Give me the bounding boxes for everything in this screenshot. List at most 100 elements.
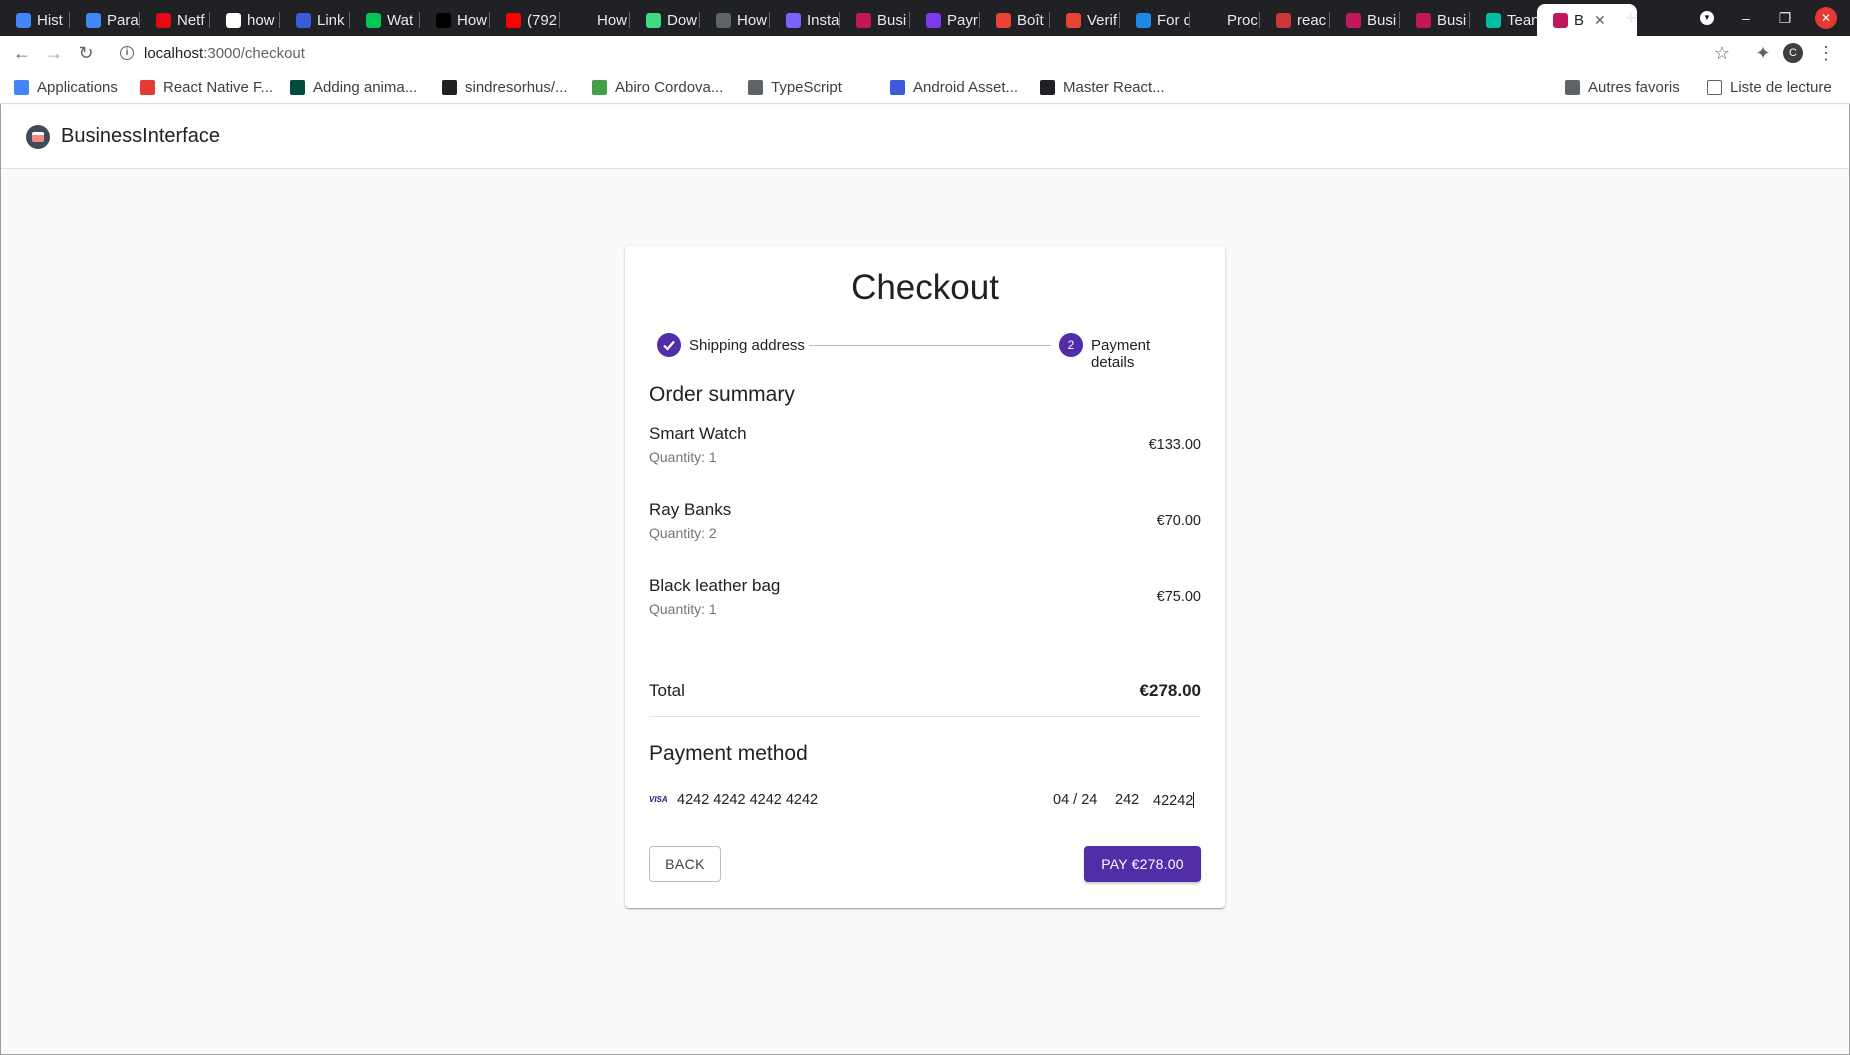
- checkout-card: Checkout Shipping address 2 Payment deta…: [625, 246, 1225, 908]
- browser-tab[interactable]: Wat: [350, 4, 420, 36]
- bookmark-label: Android Asset...: [913, 78, 1019, 96]
- bookmark-favicon-icon: [890, 79, 905, 95]
- order-item: Smart Watch Quantity: 1 €133.00: [649, 424, 1201, 474]
- tab-label: how: [247, 11, 275, 29]
- browser-tab[interactable]: (792: [490, 4, 560, 36]
- youtube-icon: [506, 12, 521, 28]
- tab-label: reac: [1297, 11, 1327, 29]
- browser-tab[interactable]: Busi: [840, 4, 910, 36]
- browser-tab[interactable]: Boît: [980, 4, 1050, 36]
- card-cvc-input[interactable]: 242: [1115, 792, 1139, 808]
- reading-list[interactable]: Liste de lecture: [1707, 77, 1832, 97]
- bookmark-label: Applications: [37, 78, 118, 96]
- extensions-icon[interactable]: ✦: [1751, 41, 1775, 65]
- link-icon: [296, 12, 311, 28]
- card-input-field[interactable]: VISA 4242 4242 4242 4242 04 / 24 242 422…: [649, 789, 1201, 811]
- pay-button[interactable]: PAY €278.00: [1084, 846, 1201, 882]
- tab-label: Hist: [37, 11, 63, 29]
- item-name: Ray Banks: [649, 500, 732, 519]
- folder-icon: [1565, 79, 1580, 95]
- browser-tab[interactable]: Busi: [1330, 4, 1400, 36]
- visa-card-icon: VISA: [649, 795, 668, 804]
- item-name: Smart Watch: [649, 424, 747, 443]
- tab-label: How: [597, 11, 628, 29]
- browser-tab[interactable]: reac: [1260, 4, 1330, 36]
- app-header: BusinessInterface: [1, 105, 1849, 169]
- bookmark-item[interactable]: TypeScript: [748, 77, 842, 97]
- item-price: €70.00: [1156, 513, 1201, 529]
- back-arrow-icon[interactable]: ←: [10, 41, 34, 65]
- tab-label: Link: [317, 11, 345, 29]
- close-tab-icon[interactable]: ✕: [1594, 12, 1606, 29]
- arrow-icon: [1136, 12, 1151, 28]
- bookmark-item[interactable]: Android Asset...: [890, 77, 1018, 97]
- tab-label: Para: [107, 11, 139, 29]
- browser-tab[interactable]: For d: [1120, 4, 1190, 36]
- browser-tab[interactable]: Dow: [630, 4, 700, 36]
- tab-label: For d: [1157, 11, 1190, 29]
- total-label: Total: [649, 681, 685, 700]
- browser-tab[interactable]: Busi: [1400, 4, 1470, 36]
- checkout-stepper: Shipping address 2 Payment details: [657, 333, 1193, 371]
- bookmark-item[interactable]: Abiro Cordova...: [592, 77, 723, 97]
- reload-icon[interactable]: ↻: [74, 41, 98, 65]
- app-logo-icon[interactable]: [26, 125, 50, 149]
- address-bar[interactable]: i localhost:3000/checkout: [110, 38, 1733, 68]
- item-name: Black leather bag: [649, 576, 781, 595]
- browser-tab[interactable]: Verif: [1050, 4, 1120, 36]
- bookmark-item[interactable]: Master React...: [1040, 77, 1165, 97]
- bookmark-item[interactable]: sindresorhus/...: [442, 77, 568, 97]
- browser-tab[interactable]: Insta: [770, 4, 840, 36]
- browser-tab[interactable]: Proc: [1190, 4, 1260, 36]
- card-zip-input[interactable]: 42242: [1153, 792, 1195, 809]
- browser-tab[interactable]: Link: [280, 4, 350, 36]
- card-number-input[interactable]: 4242 4242 4242 4242: [677, 792, 818, 808]
- step-number-badge: 2: [1059, 333, 1083, 357]
- browser-tab[interactable]: how: [210, 4, 280, 36]
- browser-tab[interactable]: How: [560, 4, 630, 36]
- bookmark-item[interactable]: React Native F...: [140, 77, 273, 97]
- order-summary-title: Order summary: [649, 383, 795, 406]
- globe-icon: [716, 12, 731, 28]
- browser-tab[interactable]: Payr: [910, 4, 980, 36]
- close-window-icon[interactable]: ✕: [1815, 7, 1837, 29]
- back-button[interactable]: BACK: [649, 846, 721, 882]
- forward-arrow-icon[interactable]: →: [42, 41, 66, 65]
- bookmark-favicon-icon: [140, 79, 155, 95]
- step-connector: [809, 345, 1051, 346]
- app-title[interactable]: BusinessInterface: [61, 125, 220, 148]
- reading-list-icon: [1707, 79, 1722, 95]
- other-bookmarks[interactable]: Autres favoris: [1565, 77, 1680, 97]
- menu-kebab-icon[interactable]: ⋮: [1814, 41, 1838, 65]
- gmail-icon: [996, 12, 1011, 28]
- divider: [649, 716, 1201, 717]
- tab-label: Netf: [177, 11, 205, 29]
- browser-tab[interactable]: Hist: [0, 4, 70, 36]
- profile-avatar[interactable]: C: [1783, 43, 1803, 63]
- item-quantity: Quantity: 2: [649, 525, 717, 541]
- tab-label: How: [737, 11, 768, 29]
- item-price: €133.00: [1148, 437, 1201, 453]
- tab-label: Dow: [667, 11, 698, 29]
- brand-icon: [366, 12, 381, 28]
- viewport-border-left: [0, 104, 1, 1055]
- total-value: €278.00: [1139, 681, 1201, 700]
- bookmark-item[interactable]: Adding anima...: [290, 77, 417, 97]
- site-info-icon[interactable]: i: [120, 46, 134, 60]
- page-title: Checkout: [851, 268, 999, 307]
- bookmark-star-icon[interactable]: ☆: [1710, 41, 1734, 65]
- item-price: €75.00: [1156, 589, 1201, 605]
- card-expiry-input[interactable]: 04 / 24: [1053, 792, 1097, 808]
- browser-tab[interactable]: How: [420, 4, 490, 36]
- browser-tab[interactable]: Netf: [140, 4, 210, 36]
- bookmark-item[interactable]: Applications: [14, 77, 118, 97]
- browser-tab[interactable]: How: [700, 4, 770, 36]
- new-tab-button[interactable]: +: [1618, 6, 1644, 32]
- netflix-icon: [156, 12, 171, 28]
- browser-tab[interactable]: Tean: [1470, 4, 1540, 36]
- restore-icon[interactable]: ❐: [1774, 7, 1796, 29]
- browser-tab[interactable]: Para: [70, 4, 140, 36]
- minimize-icon[interactable]: –: [1735, 7, 1757, 29]
- tab-search-icon[interactable]: ▼: [1700, 11, 1714, 25]
- order-item: Ray Banks Quantity: 2 €70.00: [649, 500, 1201, 550]
